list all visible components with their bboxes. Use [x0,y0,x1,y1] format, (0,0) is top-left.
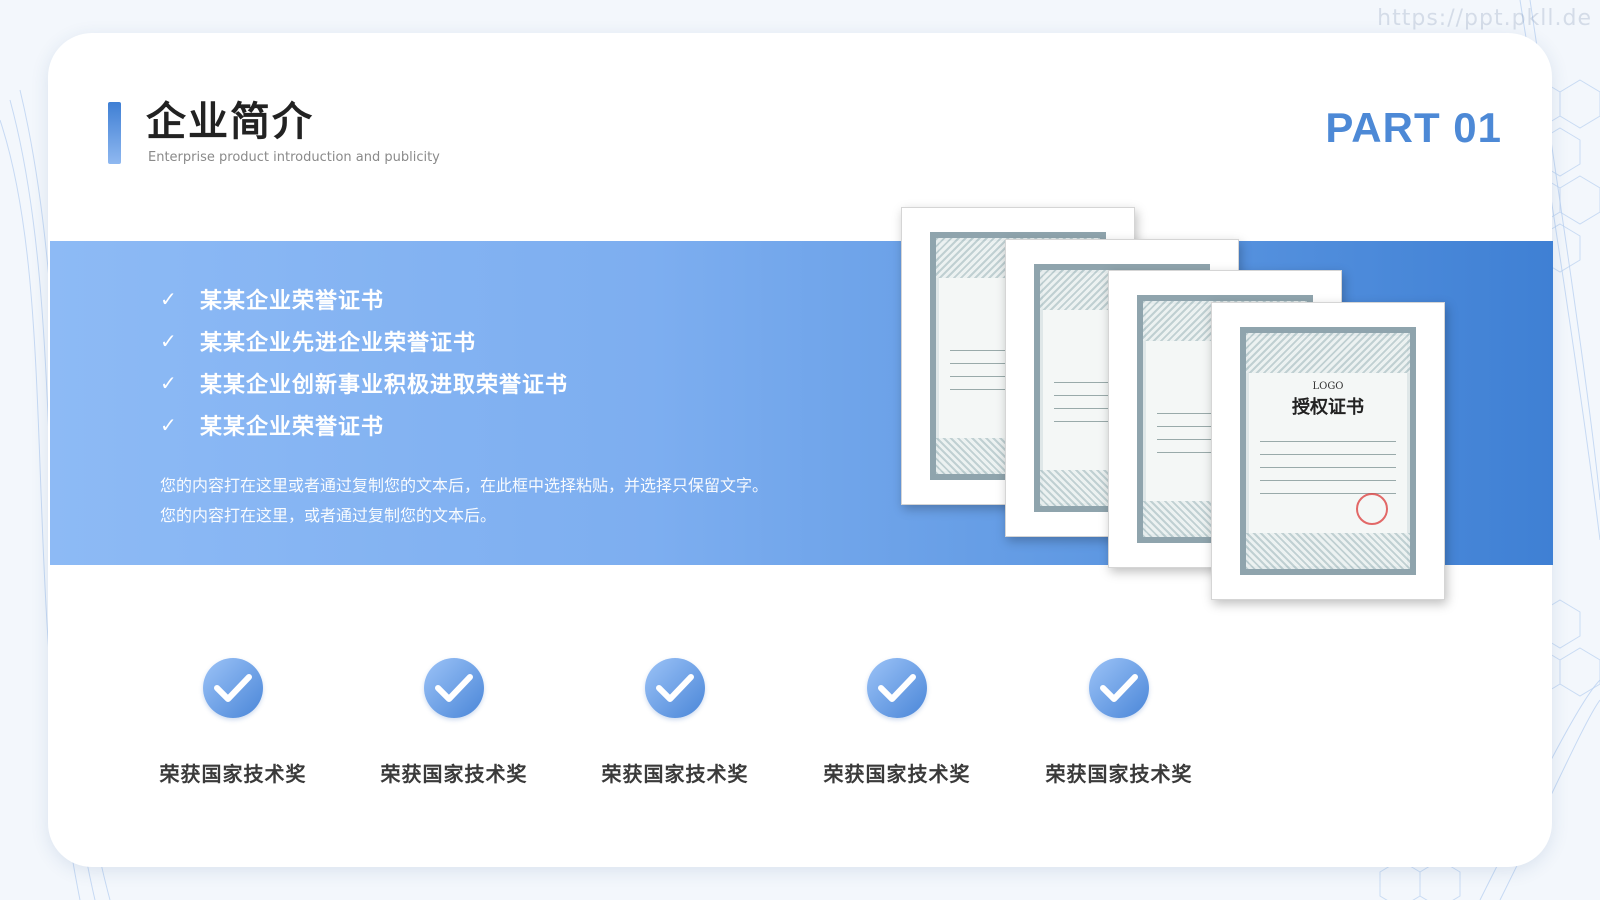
page-subtitle: Enterprise product introduction and publ… [148,150,440,165]
list-item: ✓ 某某企业创新事业积极进取荣誉证书 [160,362,568,404]
seal-icon [1356,493,1388,525]
check-circle-icon [645,658,705,718]
check-icon: ✓ [160,371,177,395]
award-label: 荣获国家技术奖 [159,762,307,786]
list-item: ✓ 某某企业荣誉证书 [160,278,568,320]
list-item-label: 某某企业荣誉证书 [200,289,385,314]
check-icon: ✓ [160,413,177,437]
check-circle-icon [424,658,484,718]
check-circle-icon [1089,658,1149,718]
award-label: 荣获国家技术奖 [1045,762,1193,786]
certificate-frame: LOGO 授权证书 [1240,327,1416,575]
certificate-logo-text: LOGO [1312,381,1344,392]
award-item: 荣获国家技术奖 [585,658,765,787]
award-label: 荣获国家技术奖 [380,762,528,786]
part-number: PART 01 [1325,104,1502,151]
check-icon: ✓ [160,329,177,353]
description-line: 您的内容打在这里或者通过复制您的文本后，在此框中选择粘贴，并选择只保留文字。 [160,476,769,495]
check-icon: ✓ [160,287,177,311]
description-text: 您的内容打在这里或者通过复制您的文本后，在此框中选择粘贴，并选择只保留文字。 您… [160,471,768,531]
award-item: 荣获国家技术奖 [1029,658,1209,787]
list-item-label: 某某企业创新事业积极进取荣誉证书 [200,373,569,398]
certificate-title: 授权证书 [1292,397,1364,418]
certificate-image-front: LOGO 授权证书 [1211,302,1445,600]
award-item: 荣获国家技术奖 [807,658,987,787]
list-item: ✓ 某某企业荣誉证书 [160,404,568,446]
list-item: ✓ 某某企业先进企业荣誉证书 [160,320,568,362]
description-line: 您的内容打在这里，或者通过复制您的文本后。 [160,506,497,525]
page-title: 企业简介 [146,99,314,145]
honor-list: ✓ 某某企业荣誉证书 ✓ 某某企业先进企业荣誉证书 ✓ 某某企业创新事业积极进取… [160,278,568,446]
award-label: 荣获国家技术奖 [823,762,971,786]
title-accent-bar [108,102,121,164]
check-circle-icon [867,658,927,718]
list-item-label: 某某企业先进企业荣誉证书 [200,331,477,356]
award-label: 荣获国家技术奖 [601,762,749,786]
list-item-label: 某某企业荣誉证书 [200,415,385,440]
award-item: 荣获国家技术奖 [364,658,544,787]
award-item: 荣获国家技术奖 [143,658,323,787]
watermark-url: https://ppt.pkll.de [1377,6,1592,31]
check-circle-icon [203,658,263,718]
